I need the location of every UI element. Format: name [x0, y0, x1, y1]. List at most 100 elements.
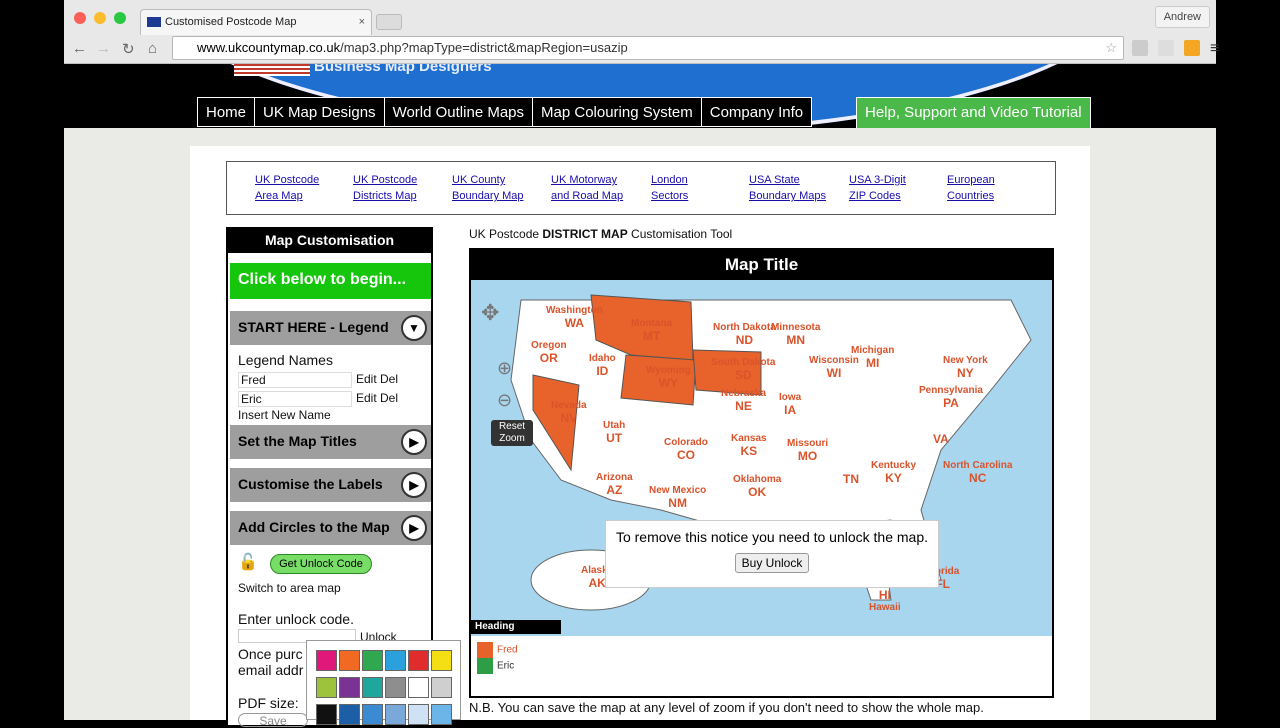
link-uk-postcode-area[interactable]: UK Postcode Area Map	[255, 172, 319, 204]
subtitle-bold: DISTRICT MAP	[542, 227, 628, 241]
menu-world-outline-maps[interactable]: World Outline Maps	[383, 97, 534, 127]
play-icon[interactable]: ▶	[401, 429, 427, 455]
colour-swatch[interactable]	[385, 677, 406, 698]
set-titles-section[interactable]: Set the Map Titles ▶	[230, 425, 431, 459]
state-name: Oklahoma	[733, 474, 782, 485]
state-label: Nevada NV	[551, 400, 587, 425]
play-icon[interactable]: ▶	[401, 472, 427, 498]
colour-swatch[interactable]	[408, 704, 429, 725]
edit-del-links[interactable]: Edit Del	[356, 372, 398, 386]
map-legend: Fred Eric	[471, 636, 1052, 696]
colour-swatch[interactable]	[431, 650, 452, 671]
zoom-in-icon[interactable]: ⊕	[497, 358, 512, 379]
menu-company-info[interactable]: Company Info	[700, 97, 813, 127]
buy-unlock-button[interactable]: Buy Unlock	[734, 553, 810, 573]
panel-title: Map Customisation	[228, 229, 431, 253]
link-uk-motorway[interactable]: UK Motorway and Road Map	[551, 172, 623, 204]
close-tab-icon[interactable]: ×	[359, 10, 365, 34]
analytics-icon[interactable]	[1184, 40, 1200, 56]
state-label: Nebraska NE	[721, 388, 766, 413]
reload-icon[interactable]: ↻	[122, 40, 135, 58]
colour-swatch[interactable]	[385, 704, 406, 725]
state-label: HI Hawaii	[869, 588, 901, 613]
save-button[interactable]: Save	[238, 713, 308, 728]
state-name: Oregon	[531, 340, 567, 351]
colour-swatch[interactable]	[316, 677, 337, 698]
tab-title: Customised Postcode Map	[165, 16, 297, 28]
legend-item[interactable]: Fred	[477, 642, 518, 658]
zoom-note: N.B. You can save the map at any level o…	[469, 700, 984, 715]
address-bar[interactable]: www.ukcountymap.co.uk/map3.php?mapType=d…	[172, 36, 1124, 60]
profile-button[interactable]: Andrew	[1154, 6, 1210, 28]
extension-icon[interactable]	[1158, 40, 1174, 56]
state-label: Pennsylvania PA	[919, 385, 983, 410]
colour-swatch[interactable]	[385, 650, 406, 671]
colour-swatch[interactable]	[362, 704, 383, 725]
menu-icon[interactable]: ≡	[1210, 40, 1226, 57]
colour-swatch[interactable]	[431, 677, 452, 698]
map-title[interactable]: Map Title	[471, 250, 1052, 280]
maximize-window-icon[interactable]	[114, 12, 126, 24]
forward-icon[interactable]: →	[96, 40, 111, 57]
browser-tab[interactable]: Customised Postcode Map ×	[140, 9, 372, 35]
link-uk-postcode-districts[interactable]: UK Postcode Districts Map	[353, 172, 417, 204]
link-usa-state[interactable]: USA State Boundary Maps	[749, 172, 826, 204]
colour-swatch[interactable]	[431, 704, 452, 725]
colour-swatch[interactable]	[408, 650, 429, 671]
link-european-countries[interactable]: European Countries	[947, 172, 995, 204]
home-icon[interactable]: ⌂	[148, 40, 157, 57]
menu-home[interactable]: Home	[197, 97, 256, 127]
link-usa-zip[interactable]: USA 3-Digit ZIP Codes	[849, 172, 906, 204]
legend-heading[interactable]: Heading	[471, 620, 561, 634]
add-circles-section[interactable]: Add Circles to the Map ▶	[230, 511, 431, 545]
state-abbr: CO	[676, 448, 695, 462]
state-name: New Mexico	[649, 485, 707, 496]
link-line: Area Map	[255, 190, 303, 202]
subtitle-text: UK Postcode	[469, 227, 543, 241]
section-label: START HERE - Legend	[238, 319, 389, 335]
colour-swatch[interactable]	[408, 677, 429, 698]
colour-swatch[interactable]	[339, 704, 360, 725]
new-tab-button[interactable]	[376, 14, 402, 30]
reset-zoom-button[interactable]: Reset Zoom	[491, 420, 533, 446]
switch-area-map-link[interactable]: Switch to area map	[238, 581, 341, 595]
colour-swatch[interactable]	[339, 677, 360, 698]
menu-uk-map-designs[interactable]: UK Map Designs	[254, 97, 385, 127]
state-label: North Carolina NC	[943, 460, 1012, 485]
padlock-icon: 🔓	[238, 554, 258, 571]
menu-map-colouring-system[interactable]: Map Colouring System	[532, 97, 702, 127]
get-unlock-code-button[interactable]: Get Unlock Code	[270, 554, 372, 574]
bookmark-star-icon[interactable]: ☆	[1105, 37, 1117, 59]
legend-label: Fred	[497, 644, 518, 656]
zoom-out-icon[interactable]: ⊖	[497, 390, 512, 411]
play-icon[interactable]: ▶	[401, 515, 427, 541]
extension-icon[interactable]	[1132, 40, 1148, 56]
legend-item[interactable]: Eric	[477, 658, 514, 674]
legend-name-input[interactable]: Eric	[238, 391, 352, 407]
link-uk-county[interactable]: UK County Boundary Map	[452, 172, 524, 204]
colour-swatch[interactable]	[316, 704, 337, 725]
minimize-window-icon[interactable]	[94, 12, 106, 24]
close-window-icon[interactable]	[74, 12, 86, 24]
state-name: Idaho	[589, 353, 616, 364]
main-menu: Home UK Map Designs World Outline Maps M…	[197, 97, 813, 129]
colour-swatch[interactable]	[362, 650, 383, 671]
colour-palette	[306, 640, 461, 725]
customise-labels-section[interactable]: Customise the Labels ▶	[230, 468, 431, 502]
state-abbr: ND	[735, 333, 754, 347]
legend-name-input[interactable]: Fred	[238, 372, 352, 388]
map-pan-control[interactable]: ✥	[481, 300, 499, 326]
edit-del-links[interactable]: Edit Del	[356, 391, 398, 405]
state-abbr: MN	[786, 333, 806, 347]
link-london-sectors[interactable]: London Sectors	[651, 172, 688, 204]
chevron-down-icon[interactable]: ▼	[401, 315, 427, 341]
help-button[interactable]: Help, Support and Video Tutorial	[856, 97, 1091, 129]
colour-swatch[interactable]	[362, 677, 383, 698]
usa-map[interactable]: Washington WA Oregon OR Idaho ID Montana MT …	[471, 280, 1052, 636]
legend-label: Eric	[497, 660, 515, 672]
colour-swatch[interactable]	[316, 650, 337, 671]
colour-swatch[interactable]	[339, 650, 360, 671]
insert-new-name-link[interactable]: Insert New Name	[238, 408, 331, 422]
start-legend-section[interactable]: START HERE - Legend ▼	[230, 311, 431, 345]
back-icon[interactable]: ←	[72, 40, 87, 57]
